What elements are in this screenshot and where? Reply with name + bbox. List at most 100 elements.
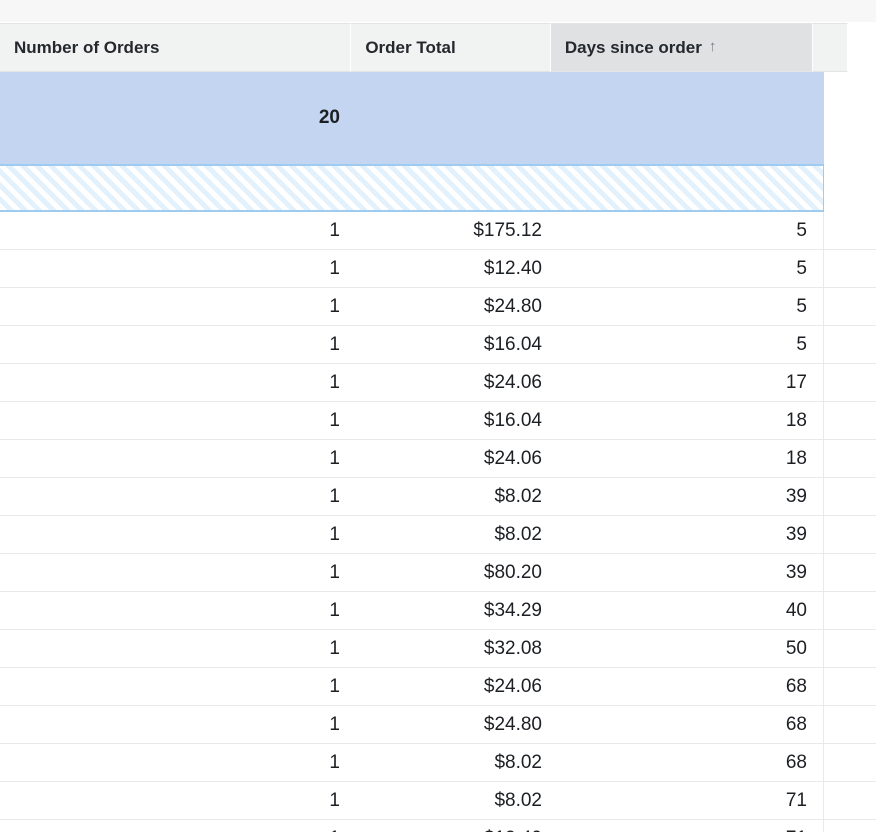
cell-order-total: $8.02 xyxy=(494,751,542,773)
row-right-padding xyxy=(824,554,876,591)
cell-order-total: $8.02 xyxy=(494,485,542,507)
row-right-padding xyxy=(824,288,876,325)
cell-number-of-orders: 1 xyxy=(329,789,340,811)
table-row[interactable]: 1 $24.80 5 xyxy=(0,288,876,326)
cell-order-total: $24.80 xyxy=(483,295,542,317)
table-row[interactable]: 1 $8.02 71 xyxy=(0,782,876,820)
table-row[interactable]: 1 $8.02 39 xyxy=(0,478,876,516)
column-header-days-since-order[interactable]: Days since order ↑ xyxy=(550,23,814,72)
table-row[interactable]: 1 $24.80 68 xyxy=(0,706,876,744)
cell-days-since-order: 71 xyxy=(558,820,824,832)
row-right-padding xyxy=(824,592,876,629)
cell-number-of-orders: 1 xyxy=(0,820,356,832)
cell-order-total: $12.40 xyxy=(356,820,558,832)
cell-order-total: $34.29 xyxy=(483,599,542,621)
cell-number-of-orders: 1 xyxy=(329,599,340,621)
cell-days-since-order: 5 xyxy=(558,250,824,287)
column-header-label-days: Days since order xyxy=(564,37,702,57)
table-row[interactable]: 1 $80.20 39 xyxy=(0,554,876,592)
row-right-padding xyxy=(824,630,876,667)
sort-ascending-arrow-icon[interactable]: ↑ xyxy=(709,39,717,54)
cell-number-of-orders: 1 xyxy=(329,295,340,317)
cell-days-since-order: 39 xyxy=(558,554,824,591)
cell-days-since-order: 68 xyxy=(558,706,824,743)
cell-number-of-orders: 1 xyxy=(329,713,340,735)
table-row[interactable]: 1 $8.02 68 xyxy=(0,744,876,782)
cell-order-total: $24.06 xyxy=(483,447,542,469)
table-body[interactable]: 1 $175.12 5 1 $12.40 5 1 $24.80 5 1 $16.04 5 1 $24.06… xyxy=(0,212,876,832)
summary-value-orders: 20 xyxy=(318,107,340,128)
column-header-label-total: Order Total xyxy=(365,37,456,57)
cell-days-since-order: 50 xyxy=(558,630,824,667)
cell-days-since-order: 5 xyxy=(558,326,824,363)
cell-days-since-order: 39 xyxy=(558,478,824,515)
cell-order-total: $80.20 xyxy=(483,561,542,583)
cell-number-of-orders: 1 xyxy=(329,485,340,507)
cell-order-total: $175.12 xyxy=(473,219,542,241)
cell-number-of-orders: 1 xyxy=(329,637,340,659)
hatched-right-padding xyxy=(824,164,876,212)
cell-number-of-orders: 1 xyxy=(329,257,340,279)
cell-days-since-order: 17 xyxy=(558,364,824,401)
table-row[interactable]: 1 $24.06 68 xyxy=(0,668,876,706)
summary-cell-days-since-order xyxy=(558,72,824,164)
row-right-padding xyxy=(824,402,876,439)
row-right-padding xyxy=(824,440,876,477)
table-row[interactable]: 1 $24.06 17 xyxy=(0,364,876,402)
cell-order-total: $12.40 xyxy=(483,257,542,279)
cell-order-total: $8.02 xyxy=(494,789,542,811)
row-right-padding xyxy=(824,364,876,401)
orders-table-view: Number of Orders Order Total Days since … xyxy=(0,0,876,832)
cell-days-since-order: 71 xyxy=(558,782,824,819)
summary-cell-order-total xyxy=(356,72,558,164)
row-right-padding xyxy=(824,250,876,287)
cell-number-of-orders: 1 xyxy=(329,751,340,773)
row-right-padding xyxy=(824,820,876,832)
column-header-order-total[interactable]: Order Total xyxy=(351,23,551,72)
table-row[interactable]: 1 $16.04 18 xyxy=(0,402,876,440)
table-hatched-placeholder-row[interactable] xyxy=(0,164,876,212)
row-right-padding xyxy=(824,478,876,515)
cell-order-total: $16.04 xyxy=(483,333,542,355)
cell-days-since-order: 68 xyxy=(558,668,824,705)
cell-number-of-orders: 1 xyxy=(329,447,340,469)
cell-days-since-order: 39 xyxy=(558,516,824,553)
cell-days-since-order: 18 xyxy=(558,440,824,477)
cell-number-of-orders: 1 xyxy=(329,561,340,583)
table-row[interactable]: 1 $12.40 5 xyxy=(0,250,876,288)
table-row[interactable]: 1 $24.06 18 xyxy=(0,440,876,478)
cell-number-of-orders: 1 xyxy=(329,219,340,241)
table-header-row: Number of Orders Order Total Days since … xyxy=(0,23,876,72)
table-top-strip xyxy=(0,0,876,23)
cell-number-of-orders: 1 xyxy=(329,371,340,393)
table-summary-row[interactable]: 20 xyxy=(0,72,876,164)
cell-number-of-orders: 1 xyxy=(329,675,340,697)
cell-days-since-order: 5 xyxy=(558,212,824,249)
row-right-padding xyxy=(824,212,876,249)
row-right-padding xyxy=(824,782,876,819)
column-header-spacer xyxy=(813,23,848,72)
cell-days-since-order: 5 xyxy=(558,288,824,325)
summary-cell-number-of-orders: 20 xyxy=(0,72,356,164)
row-right-padding xyxy=(824,744,876,781)
cell-order-total: $8.02 xyxy=(494,523,542,545)
table-row[interactable]: 1 $34.29 40 xyxy=(0,592,876,630)
row-right-padding xyxy=(824,668,876,705)
table-row[interactable]: 1 $175.12 5 xyxy=(0,212,876,250)
cell-order-total: $24.06 xyxy=(483,371,542,393)
row-right-padding xyxy=(824,516,876,553)
cell-order-total: $24.80 xyxy=(483,713,542,735)
summary-right-padding xyxy=(824,72,876,164)
table-row[interactable]: 1 $32.08 50 xyxy=(0,630,876,668)
table-row[interactable]: 1 $8.02 39 xyxy=(0,516,876,554)
table-row[interactable]: 1$12.4071 xyxy=(0,820,876,832)
cell-order-total: $32.08 xyxy=(483,637,542,659)
table-row[interactable]: 1 $16.04 5 xyxy=(0,326,876,364)
hatched-drop-target[interactable] xyxy=(0,164,824,212)
cell-number-of-orders: 1 xyxy=(329,523,340,545)
row-right-padding xyxy=(824,706,876,743)
cell-days-since-order: 40 xyxy=(558,592,824,629)
row-right-padding xyxy=(824,326,876,363)
column-header-number-of-orders[interactable]: Number of Orders xyxy=(0,23,352,72)
column-header-label-orders: Number of Orders xyxy=(14,37,160,57)
